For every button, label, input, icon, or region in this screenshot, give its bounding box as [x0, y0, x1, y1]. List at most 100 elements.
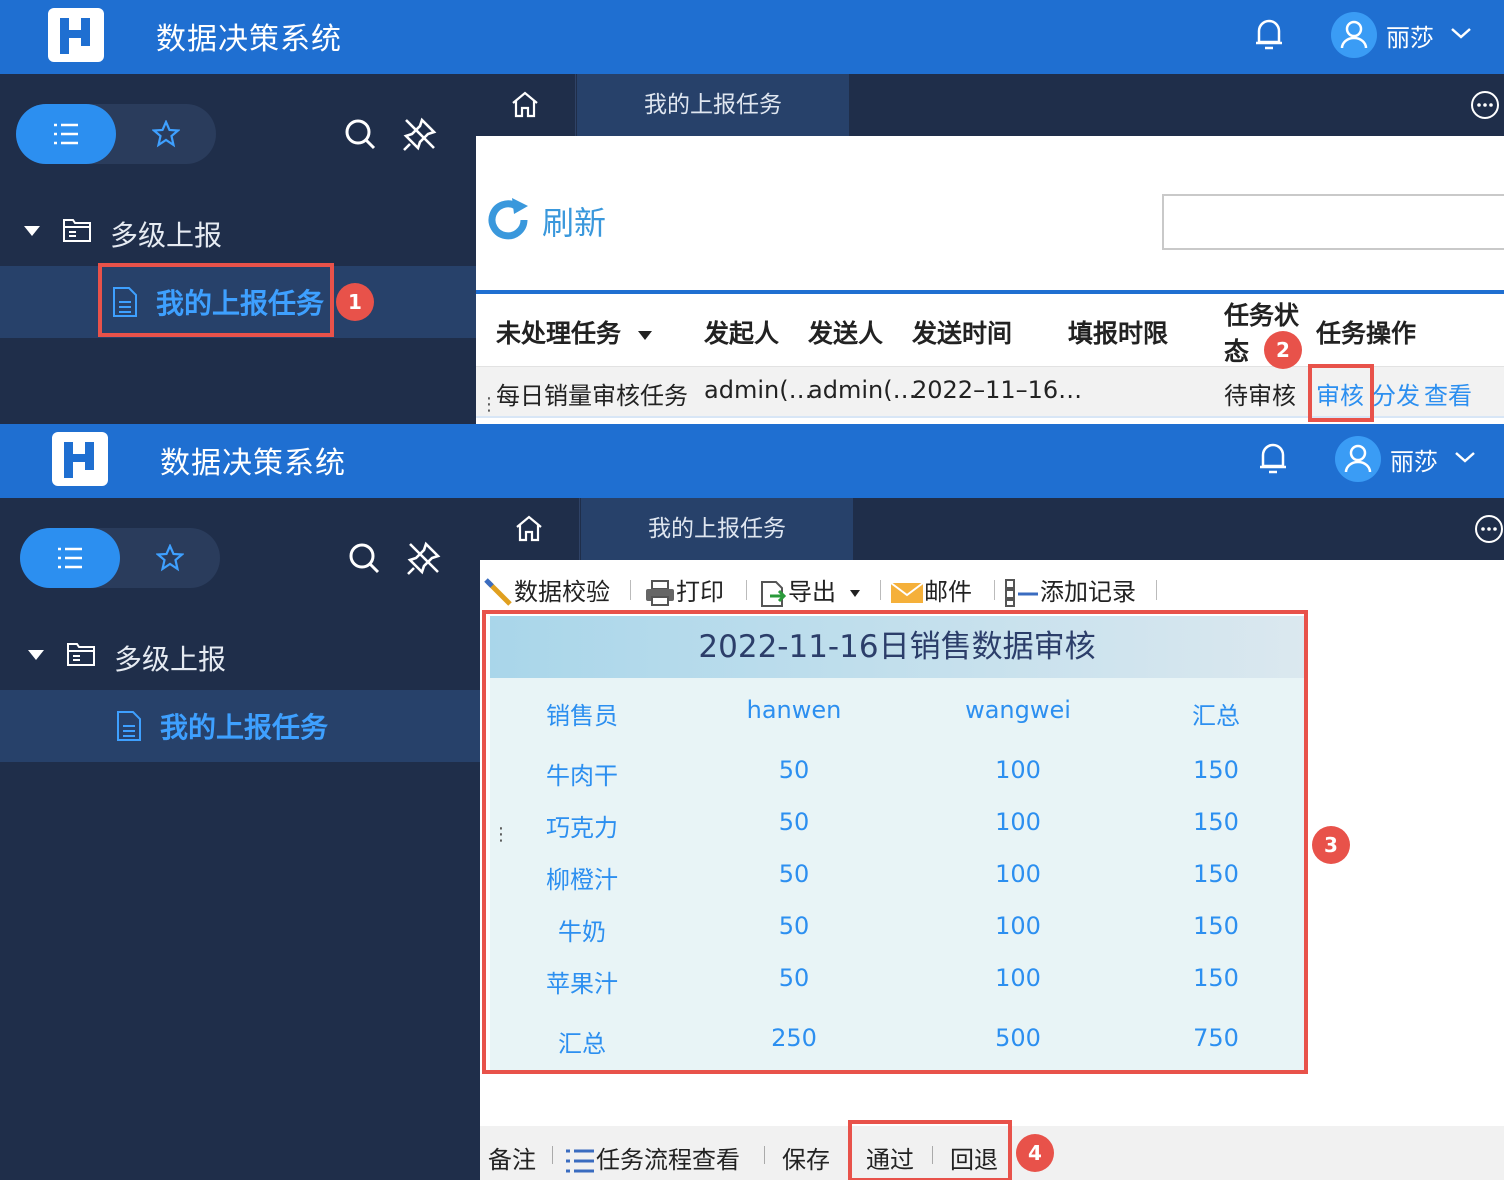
toolbar-divider	[630, 580, 631, 600]
toolbar-divider	[994, 580, 995, 600]
tree-node-label: 多级上报	[110, 219, 223, 252]
refresh-icon	[488, 198, 528, 240]
callout-badge-2: 2	[1264, 331, 1302, 369]
action-divider	[552, 1146, 553, 1164]
column-header-deadline: 填报时限	[1068, 319, 1169, 348]
top-bar: 数据决策系统 丽莎	[0, 424, 1504, 498]
cell-task-name: 每日销量审核任务	[496, 382, 688, 410]
pencil-icon	[484, 578, 512, 606]
export-icon	[761, 581, 787, 607]
column-header-initiator: 发起人	[704, 319, 780, 348]
dropdown-triangle-icon[interactable]	[637, 330, 652, 340]
note-button[interactable]: 备注	[488, 1140, 536, 1175]
action-divider	[764, 1146, 765, 1164]
user-name[interactable]: 丽莎	[1386, 18, 1434, 53]
toolbar-divider	[1156, 580, 1157, 600]
toolbar-divider	[880, 580, 881, 600]
tab-my-report-tasks[interactable]: 我的上报任务	[581, 498, 853, 560]
callout-box-1	[98, 263, 334, 337]
star-icon[interactable]	[156, 544, 184, 572]
list-icon	[54, 123, 78, 145]
printer-icon	[646, 580, 674, 606]
tree-node-label: 多级上报	[114, 643, 227, 676]
cell-initiator: admin(…	[704, 376, 813, 404]
cell-status: 待审核	[1224, 382, 1296, 410]
more-icon[interactable]	[1474, 514, 1504, 544]
search-icon[interactable]	[340, 114, 380, 154]
bell-icon[interactable]	[1256, 440, 1290, 476]
toolbar-divider	[746, 580, 747, 600]
tab-bar: 我的上报任务	[480, 498, 1504, 560]
tab-my-report-tasks[interactable]: 我的上报任务	[577, 74, 849, 136]
star-icon[interactable]	[152, 120, 180, 148]
tree-node-label: 我的上报任务	[160, 711, 329, 744]
tree-node-multilevel-report[interactable]: 多级上报	[0, 628, 480, 682]
user-name[interactable]: 丽莎	[1390, 442, 1438, 477]
unpin-icon[interactable]	[404, 538, 444, 578]
home-icon	[512, 91, 538, 118]
resize-handle[interactable]: ⋮	[480, 396, 498, 414]
view-link[interactable]: 查看	[1424, 376, 1472, 411]
sidebar: 多级上报 我的上报任务 1	[0, 74, 476, 424]
logo-icon	[48, 8, 104, 62]
caret-down-icon[interactable]	[24, 226, 40, 236]
user-avatar-icon[interactable]	[1335, 436, 1381, 482]
screen-task-list: 数据决策系统 丽莎 多级上报 我的上报任务 1 我的上报任务 刷新 未处理任务 …	[0, 0, 1504, 424]
list-mode-button[interactable]	[16, 104, 116, 164]
column-header-status-line1: 任务状	[1224, 301, 1300, 330]
more-icon[interactable]	[1470, 90, 1500, 120]
refresh-button[interactable]: 刷新	[484, 198, 606, 246]
task-flow-button[interactable]: 任务流程查看	[564, 1140, 740, 1175]
top-bar: 数据决策系统 丽莎	[0, 0, 1504, 74]
search-input[interactable]	[1162, 194, 1504, 250]
sidebar-mode-switch	[16, 104, 216, 164]
callout-box-4	[848, 1120, 1012, 1180]
list-icon	[58, 547, 82, 569]
add-record-button[interactable]: 添加记录	[1004, 572, 1136, 608]
column-header-send-time: 发送时间	[912, 319, 1013, 348]
tree-node-multilevel-report[interactable]: 多级上报	[0, 204, 476, 258]
unpin-icon[interactable]	[400, 114, 440, 154]
list-mode-button[interactable]	[20, 528, 120, 588]
column-header-actions: 任务操作	[1316, 319, 1417, 348]
refresh-label: 刷新	[542, 204, 607, 242]
callout-box-3	[482, 610, 1308, 1074]
save-button[interactable]: 保存	[782, 1140, 830, 1175]
callout-badge-3: 3	[1312, 826, 1350, 864]
main-area: 我的上报任务 刷新 未处理任务 发起人 发送人 发送时间 填报时限 任务状 态 …	[476, 74, 1504, 424]
distribute-link[interactable]: 分发	[1372, 376, 1420, 411]
tab-home[interactable]	[476, 74, 576, 136]
sidebar: 多级上报 我的上报任务	[0, 498, 480, 1180]
document-icon	[117, 711, 141, 741]
cell-send-time: 2022–11–16…	[912, 376, 1083, 404]
logo-icon	[52, 432, 108, 486]
print-button[interactable]: 打印	[644, 572, 724, 607]
dropdown-triangle-icon[interactable]	[849, 589, 860, 597]
tab-bar: 我的上报任务	[476, 74, 1504, 136]
add-record-icon	[1005, 579, 1038, 607]
callout-badge-1: 1	[336, 283, 374, 321]
search-icon[interactable]	[344, 538, 384, 578]
flow-list-icon	[566, 1149, 594, 1173]
chevron-down-icon[interactable]	[1446, 20, 1476, 46]
callout-badge-4: 4	[1016, 1134, 1054, 1172]
report-toolbar: 数据校验 打印 导出 邮件 添加记录	[480, 564, 1504, 612]
resize-handle[interactable]: ⋮	[492, 826, 510, 844]
bell-icon[interactable]	[1252, 16, 1286, 52]
tree-node-my-report-tasks[interactable]: 我的上报任务	[0, 690, 480, 762]
cell-sender: admin(…	[808, 376, 917, 404]
folder-icon	[63, 219, 91, 242]
tab-home[interactable]	[480, 498, 580, 560]
mail-button[interactable]: 邮件	[890, 572, 972, 607]
screen-review-report: 数据决策系统 丽莎 多级上报 我的上报任务 我的上报任务 数据校验 打印 导出 …	[0, 424, 1504, 1180]
sidebar-mode-switch	[20, 528, 220, 588]
verify-button[interactable]: 数据校验	[484, 572, 610, 608]
export-button[interactable]: 导出	[758, 572, 860, 608]
user-avatar-icon[interactable]	[1331, 12, 1377, 58]
caret-down-icon[interactable]	[28, 650, 44, 660]
column-header-unprocessed[interactable]: 未处理任务	[496, 314, 652, 350]
app-title: 数据决策系统	[156, 22, 342, 57]
app-title: 数据决策系统	[160, 446, 346, 481]
chevron-down-icon[interactable]	[1450, 444, 1480, 470]
column-header-sender: 发送人	[808, 319, 884, 348]
